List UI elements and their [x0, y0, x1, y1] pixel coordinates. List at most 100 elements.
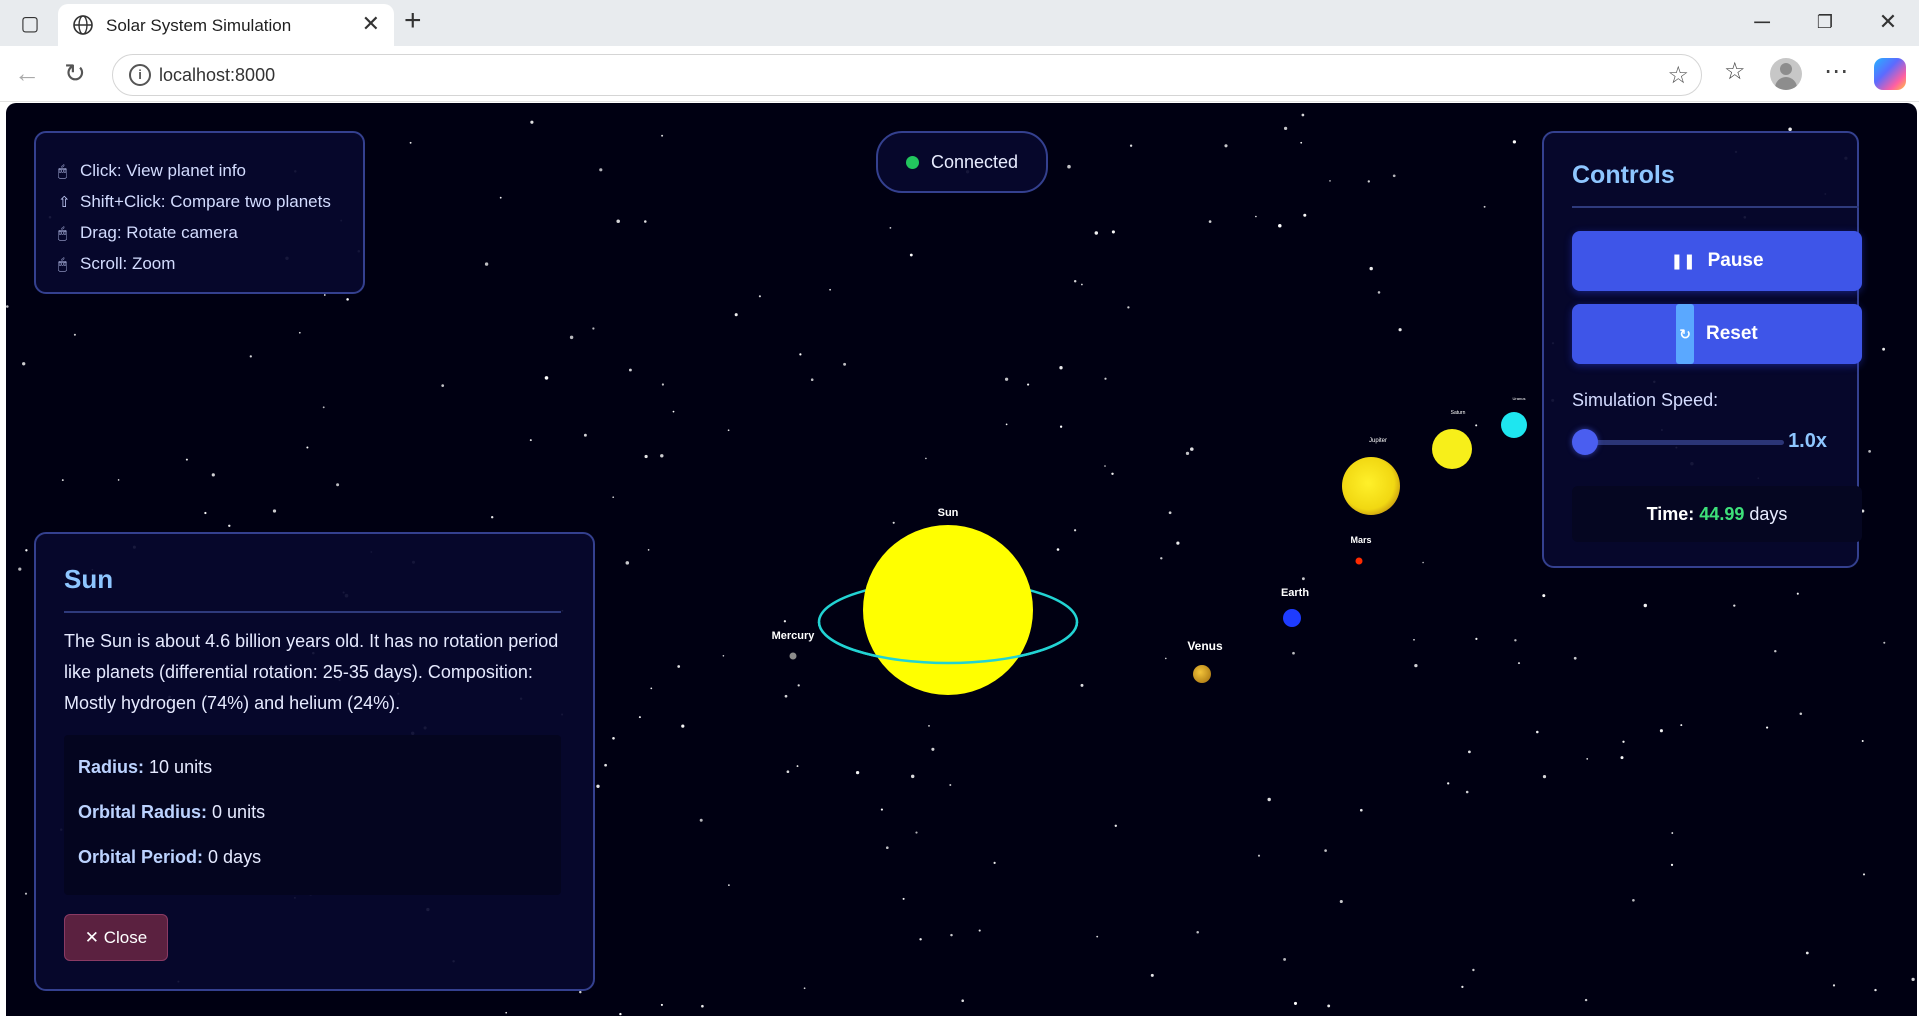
browser-tab[interactable]: Solar System Simulation ✕	[58, 4, 394, 46]
star	[1733, 604, 1736, 607]
star	[650, 687, 653, 690]
star	[919, 938, 922, 941]
star	[1278, 224, 1282, 228]
star	[1257, 854, 1261, 857]
star	[1339, 899, 1343, 904]
mercury-body[interactable]	[789, 652, 797, 660]
saturn-body[interactable]	[1432, 429, 1472, 469]
address-bar[interactable]: i localhost:8000 ☆	[112, 54, 1702, 96]
star	[978, 929, 981, 932]
status-dot-icon	[905, 156, 919, 169]
pause-label: Pause	[1707, 250, 1764, 271]
star	[22, 362, 26, 366]
star	[783, 620, 787, 623]
star	[915, 831, 918, 834]
speed-slider-thumb[interactable]	[1572, 429, 1598, 455]
star	[599, 168, 603, 172]
star	[1632, 898, 1635, 902]
star	[1164, 657, 1167, 660]
star	[596, 784, 600, 788]
earth-body[interactable]	[1283, 609, 1301, 627]
site-info-icon[interactable]: i	[129, 64, 151, 86]
earth-label: Earth	[1281, 587, 1309, 599]
star	[1514, 639, 1517, 642]
star	[579, 990, 582, 994]
refresh-icon[interactable]: ↻	[64, 60, 86, 86]
star	[1868, 450, 1871, 453]
favorites-list-icon[interactable]: ☆	[1724, 58, 1746, 86]
mouse-icon: 🖱	[58, 256, 68, 273]
star	[25, 549, 28, 552]
close-tab-icon[interactable]: ✕	[362, 13, 380, 35]
star	[604, 763, 607, 767]
star	[1080, 683, 1084, 687]
close-info-button[interactable]: ✕ Close	[64, 914, 168, 961]
planet-info-panel: Sun The Sun is about 4.6 billion years o…	[34, 532, 595, 991]
mouse-icon: 🖱	[58, 163, 68, 180]
star	[1283, 126, 1288, 131]
star	[925, 457, 927, 460]
controls-title: Controls	[1572, 161, 1675, 189]
favorite-star-icon[interactable]: ☆	[1667, 61, 1689, 90]
divider	[1572, 206, 1859, 208]
star	[204, 511, 207, 515]
star	[1327, 1004, 1331, 1008]
new-tab-icon[interactable]: +	[404, 6, 422, 36]
star	[993, 861, 996, 865]
simulation-viewport[interactable]: Sun Mercury Venus Earth Mars Jupiter Sat…	[6, 103, 1917, 1016]
star	[272, 509, 277, 513]
star	[784, 694, 788, 698]
copilot-icon[interactable]	[1874, 58, 1906, 90]
help-item-shift-click: ⇧ Shift+Click: Compare two planets	[58, 186, 363, 217]
help-text: Shift+Click: Compare two planets	[80, 192, 331, 211]
jupiter-body[interactable]	[1342, 457, 1400, 515]
star	[592, 327, 595, 330]
sun-label: Sun	[938, 507, 959, 519]
help-item-scroll: 🖱 Scroll: Zoom	[58, 248, 363, 279]
star	[699, 818, 703, 822]
globe-icon	[73, 15, 93, 35]
star	[1059, 366, 1063, 370]
sun-body[interactable]	[863, 525, 1033, 695]
star	[1475, 637, 1478, 640]
star	[797, 684, 800, 687]
help-item-click: 🖱 Click: View planet info	[58, 155, 363, 186]
star	[1671, 832, 1674, 834]
star	[1377, 291, 1381, 294]
star	[1911, 977, 1915, 982]
star	[1081, 283, 1083, 286]
more-menu-icon[interactable]: ⋯	[1824, 58, 1848, 86]
star	[1067, 164, 1071, 169]
speed-slider-track[interactable]	[1584, 440, 1784, 445]
help-text: Scroll: Zoom	[80, 254, 176, 273]
mars-body[interactable]	[1355, 557, 1363, 565]
star	[1622, 740, 1625, 743]
url-text[interactable]: localhost:8000	[159, 65, 275, 86]
star	[722, 655, 725, 657]
star	[909, 253, 913, 257]
star	[660, 454, 664, 458]
star	[1283, 957, 1287, 961]
star	[1586, 758, 1589, 760]
pause-button[interactable]: ❚❚ Pause	[1572, 231, 1862, 291]
reset-button[interactable]: ↻ Reset	[1572, 304, 1862, 364]
planet-description: The Sun is about 4.6 billion years old. …	[64, 631, 559, 713]
uranus-body[interactable]	[1501, 412, 1527, 438]
star	[1367, 180, 1370, 183]
profile-avatar[interactable]	[1770, 58, 1802, 90]
star	[1004, 377, 1009, 381]
restore-icon[interactable]: ❐	[1805, 8, 1845, 36]
time-value: 44.99	[1699, 504, 1745, 524]
star	[1096, 935, 1099, 938]
venus-body[interactable]	[1193, 665, 1211, 683]
star	[1129, 144, 1133, 147]
connection-status: Connected	[876, 131, 1048, 193]
star	[1465, 790, 1469, 794]
star	[1190, 447, 1194, 451]
minimize-icon[interactable]: ─	[1742, 8, 1782, 36]
star	[625, 561, 630, 565]
tab-actions-icon[interactable]: ▢	[10, 10, 50, 38]
back-icon[interactable]: ←	[14, 60, 40, 86]
star	[1208, 220, 1212, 223]
close-window-icon[interactable]: ✕	[1868, 8, 1908, 36]
